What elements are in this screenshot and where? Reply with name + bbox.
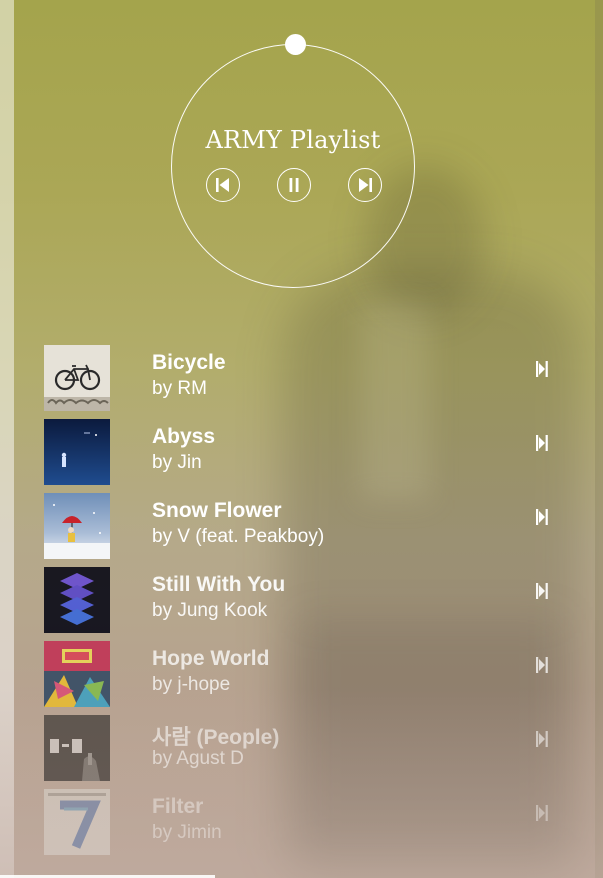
track-artist: by V (feat. Peakboy) — [152, 526, 325, 547]
play-indicator-icon[interactable] — [536, 583, 550, 601]
progress-knob[interactable] — [285, 34, 306, 55]
track-item[interactable]: 사람 (People) by Agust D — [44, 715, 564, 781]
play-indicator-icon[interactable] — [536, 435, 550, 453]
track-title: Abyss — [152, 425, 216, 448]
track-artist: by RM — [152, 378, 207, 399]
album-art — [44, 641, 110, 707]
track-title: 사람 (People) — [152, 726, 280, 749]
pause-icon — [288, 178, 300, 192]
album-art — [44, 419, 110, 485]
track-item[interactable]: Still With You by Jung Kook — [44, 567, 564, 633]
track-artist: by Jung Kook — [152, 600, 268, 621]
album-art — [44, 789, 110, 855]
track-title: Snow Flower — [152, 499, 282, 522]
player-circle — [171, 44, 415, 288]
track-item[interactable]: Hope World by j-hope — [44, 641, 564, 707]
play-indicator-icon[interactable] — [536, 805, 550, 823]
album-art — [44, 493, 110, 559]
play-indicator-icon[interactable] — [536, 731, 550, 749]
pause-button[interactable] — [277, 168, 311, 202]
track-item[interactable]: Bicycle by RM — [44, 345, 564, 411]
album-art — [44, 345, 110, 411]
track-item[interactable]: Filter by Jimin — [44, 789, 564, 855]
track-artist: by j-hope — [152, 674, 231, 695]
track-artist: by Jimin — [152, 822, 222, 843]
play-indicator-icon[interactable] — [536, 361, 550, 379]
skip-previous-icon — [215, 178, 231, 192]
track-item[interactable]: Abyss by Jin — [44, 419, 564, 485]
track-item[interactable]: Snow Flower by V (feat. Peakboy) — [44, 493, 564, 559]
previous-button[interactable] — [206, 168, 240, 202]
track-artist: by Jin — [152, 452, 202, 473]
track-artist: by Agust D — [152, 748, 244, 769]
next-button[interactable] — [348, 168, 382, 202]
play-indicator-icon[interactable] — [536, 657, 550, 675]
track-title: Hope World — [152, 647, 270, 670]
album-art — [44, 715, 110, 781]
track-title: Bicycle — [152, 351, 226, 374]
play-indicator-icon[interactable] — [536, 509, 550, 527]
playlist-title: ARMY Playlist — [205, 126, 381, 154]
skip-next-icon — [357, 178, 373, 192]
track-title: Still With You — [152, 573, 286, 596]
track-title: Filter — [152, 795, 204, 818]
album-art — [44, 567, 110, 633]
